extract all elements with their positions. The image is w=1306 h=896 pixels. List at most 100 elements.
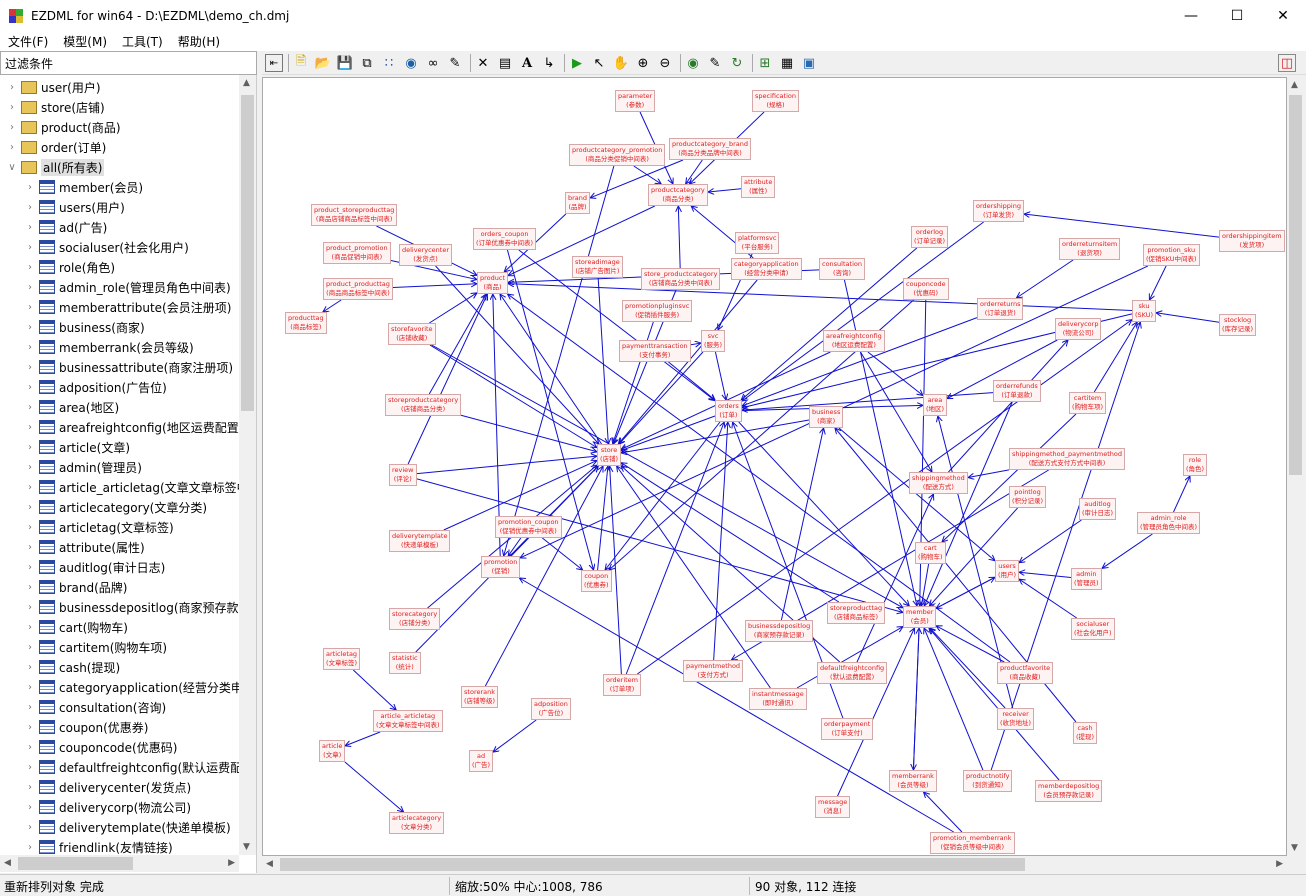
entity-shippingmethod-paymentmethod[interactable]: shippingmethod_paymentmethod (配送方式支付方式中间表…	[1009, 448, 1126, 470]
maximize-button[interactable]: ☐	[1214, 0, 1260, 31]
binoculars-icon[interactable]: ∞	[424, 54, 442, 72]
relation-adposition-ad[interactable]	[493, 719, 537, 752]
entity-users[interactable]: users (用户)	[995, 560, 1020, 582]
expand-icon[interactable]: ›	[24, 762, 36, 773]
delete-icon[interactable]: ✕	[474, 54, 492, 72]
relation-paymenttransaction-svc[interactable]	[690, 343, 701, 345]
entity-articlecategory[interactable]: articlecategory (文章分类)	[389, 812, 445, 834]
entity-memberdepositlog[interactable]: memberdepositlog (会员预存款记录)	[1035, 780, 1103, 802]
entity-storefavorite[interactable]: storefavorite (店铺收藏)	[388, 323, 436, 345]
entity-article-articletag[interactable]: article_articletag (文章文章标签中间表)	[373, 710, 443, 732]
scroll-left-icon[interactable]: ◀	[266, 859, 273, 869]
entity-sku[interactable]: sku (SKU)	[1132, 300, 1157, 322]
zoom-out-icon[interactable]: ⊖	[656, 54, 674, 72]
relation-memberrank-member[interactable]	[912, 628, 919, 771]
tree-table-item[interactable]: › article(文章)	[24, 437, 130, 457]
entity-productnotify[interactable]: productnotify (到货通知)	[963, 770, 1013, 792]
relation-orderitem-orders[interactable]	[625, 422, 724, 675]
pen-icon[interactable]: ✎	[446, 54, 464, 72]
relation-storeproductcategory-product[interactable]	[428, 294, 486, 395]
entity-ordershipping[interactable]: ordershipping (订单发货)	[973, 200, 1024, 222]
scroll-down-icon[interactable]: ▼	[1291, 843, 1298, 853]
relation-promotion_memberrank-promotion[interactable]	[519, 578, 954, 833]
entity-product-producttag[interactable]: product_producttag (商品商品标签中间表)	[323, 278, 393, 300]
entity-paymentmethod[interactable]: paymentmethod (支付方式)	[683, 660, 744, 682]
entity-cartitem[interactable]: cartitem (购物车项)	[1069, 392, 1107, 414]
tree-table-item[interactable]: › memberrank(会员等级)	[24, 337, 194, 357]
relation-orders-store[interactable]	[621, 415, 716, 451]
expand-icon[interactable]: ›	[24, 442, 36, 453]
tree-table-item[interactable]: › cartitem(购物车项)	[24, 637, 167, 657]
expand-icon[interactable]: ›	[24, 642, 36, 653]
expand-icon[interactable]: ›	[24, 262, 36, 273]
refresh-icon[interactable]: ↻	[728, 54, 746, 72]
entity-deliverycorp[interactable]: deliverycorp (物流公司)	[1055, 318, 1102, 340]
entity-storeproducttag[interactable]: storeproducttag (店铺商品标签)	[827, 602, 886, 624]
relation-store-product[interactable]	[500, 294, 602, 445]
entity-admin[interactable]: admin (管理员)	[1071, 568, 1102, 590]
menu-tools[interactable]: 工具(T)	[114, 33, 170, 50]
scroll-thumb[interactable]	[280, 858, 1025, 871]
entity-orderreturns[interactable]: orderreturns (订单退货)	[977, 298, 1024, 320]
entity-stocklog[interactable]: stocklog (库存记录)	[1219, 314, 1257, 336]
relation-sku-product[interactable]	[508, 284, 1133, 311]
entity-productfavorite[interactable]: productfavorite (商品收藏)	[997, 662, 1054, 684]
expand-icon[interactable]: ›	[6, 142, 18, 153]
entity-ad[interactable]: ad (广告)	[469, 750, 494, 772]
relation-business-users[interactable]	[838, 427, 995, 561]
entity-store[interactable]: store (店铺)	[597, 444, 622, 466]
entity-store-productcategory[interactable]: store_productcategory (店铺商品分类中间表)	[641, 268, 721, 290]
scroll-thumb[interactable]	[18, 857, 133, 870]
tree-group[interactable]: › product(商品)	[6, 117, 121, 137]
tree-table-item[interactable]: › friendlink(友情链接)	[24, 837, 173, 855]
canvas-horizontal-scrollbar[interactable]: ◀ ▶	[262, 856, 1287, 873]
tree-table-item[interactable]: › cash(提现)	[24, 657, 120, 677]
expand-icon[interactable]: ›	[24, 522, 36, 533]
view-icon[interactable]: ◉	[684, 54, 702, 72]
relation-productfavorite-member[interactable]	[936, 626, 1005, 663]
tree-group[interactable]: ∨ all(所有表)	[6, 157, 105, 177]
entity-article[interactable]: article (文章)	[319, 740, 346, 762]
tree-table-item[interactable]: › businessdepositlog(商家预存款	[24, 597, 239, 617]
relation-orderreturnsitem-orderreturns[interactable]	[1016, 259, 1074, 298]
entity-specification[interactable]: specification (规格)	[752, 90, 799, 112]
relation-paymenttransaction-orders[interactable]	[668, 361, 715, 400]
entity-cash[interactable]: cash (提现)	[1073, 722, 1098, 744]
expand-icon[interactable]: ›	[24, 382, 36, 393]
entity-deliverycenter[interactable]: deliverycenter (发货点)	[399, 244, 453, 266]
entity-admin-role[interactable]: admin_role (管理员角色中间表)	[1137, 512, 1201, 534]
tree-group[interactable]: › order(订单)	[6, 137, 106, 157]
entity-businessdepositlog[interactable]: businessdepositlog (商家预存款记录)	[745, 620, 814, 642]
expand-icon[interactable]: ›	[24, 362, 36, 373]
entity-orders[interactable]: orders (订单)	[715, 400, 742, 422]
entity-svc[interactable]: svc (服务)	[701, 330, 726, 352]
entity-shippingmethod[interactable]: shippingmethod (配送方式)	[909, 472, 968, 494]
entity-product[interactable]: product (商品)	[477, 272, 509, 294]
relation-attribute-productcategory[interactable]	[708, 189, 742, 192]
tree-table-item[interactable]: › brand(品牌)	[24, 577, 128, 597]
entity-couponcode[interactable]: couponcode (优惠码)	[903, 278, 949, 300]
tree-table-item[interactable]: › business(商家)	[24, 317, 145, 337]
scroll-up-icon[interactable]: ▲	[243, 78, 250, 88]
relation-storefavorite-product[interactable]	[429, 293, 477, 324]
expand-icon[interactable]: ›	[24, 702, 36, 713]
canvas-vertical-scrollbar[interactable]: ▲ ▼	[1287, 77, 1304, 856]
relation-article-articlecategory[interactable]	[344, 761, 404, 812]
tree-table-item[interactable]: › users(用户)	[24, 197, 125, 217]
entity-storecategory[interactable]: storecategory (店铺分类)	[389, 608, 441, 630]
tree-table-item[interactable]: › articletag(文章标签)	[24, 517, 174, 537]
new-file-icon[interactable]: 🗎	[292, 54, 310, 72]
entity-brand[interactable]: brand (品牌)	[565, 192, 591, 214]
tree-structure-icon[interactable]: ∷	[380, 54, 398, 72]
properties-icon[interactable]: ▦	[778, 54, 796, 72]
filter-input[interactable]: 过滤条件	[0, 51, 257, 75]
relation-stocklog-sku[interactable]	[1156, 313, 1220, 323]
entity-deliverytemplate[interactable]: deliverytemplate (快递单模板)	[389, 530, 451, 552]
expand-icon[interactable]: ›	[24, 502, 36, 513]
expand-icon[interactable]: ›	[24, 322, 36, 333]
tree-table-item[interactable]: › area(地区)	[24, 397, 119, 417]
globe-icon[interactable]: ◉	[402, 54, 420, 72]
relation-admin_role-role[interactable]	[1173, 476, 1190, 513]
entity-pointlog[interactable]: pointlog (积分记录)	[1009, 486, 1047, 508]
entity-attribute[interactable]: attribute (属性)	[741, 176, 776, 198]
